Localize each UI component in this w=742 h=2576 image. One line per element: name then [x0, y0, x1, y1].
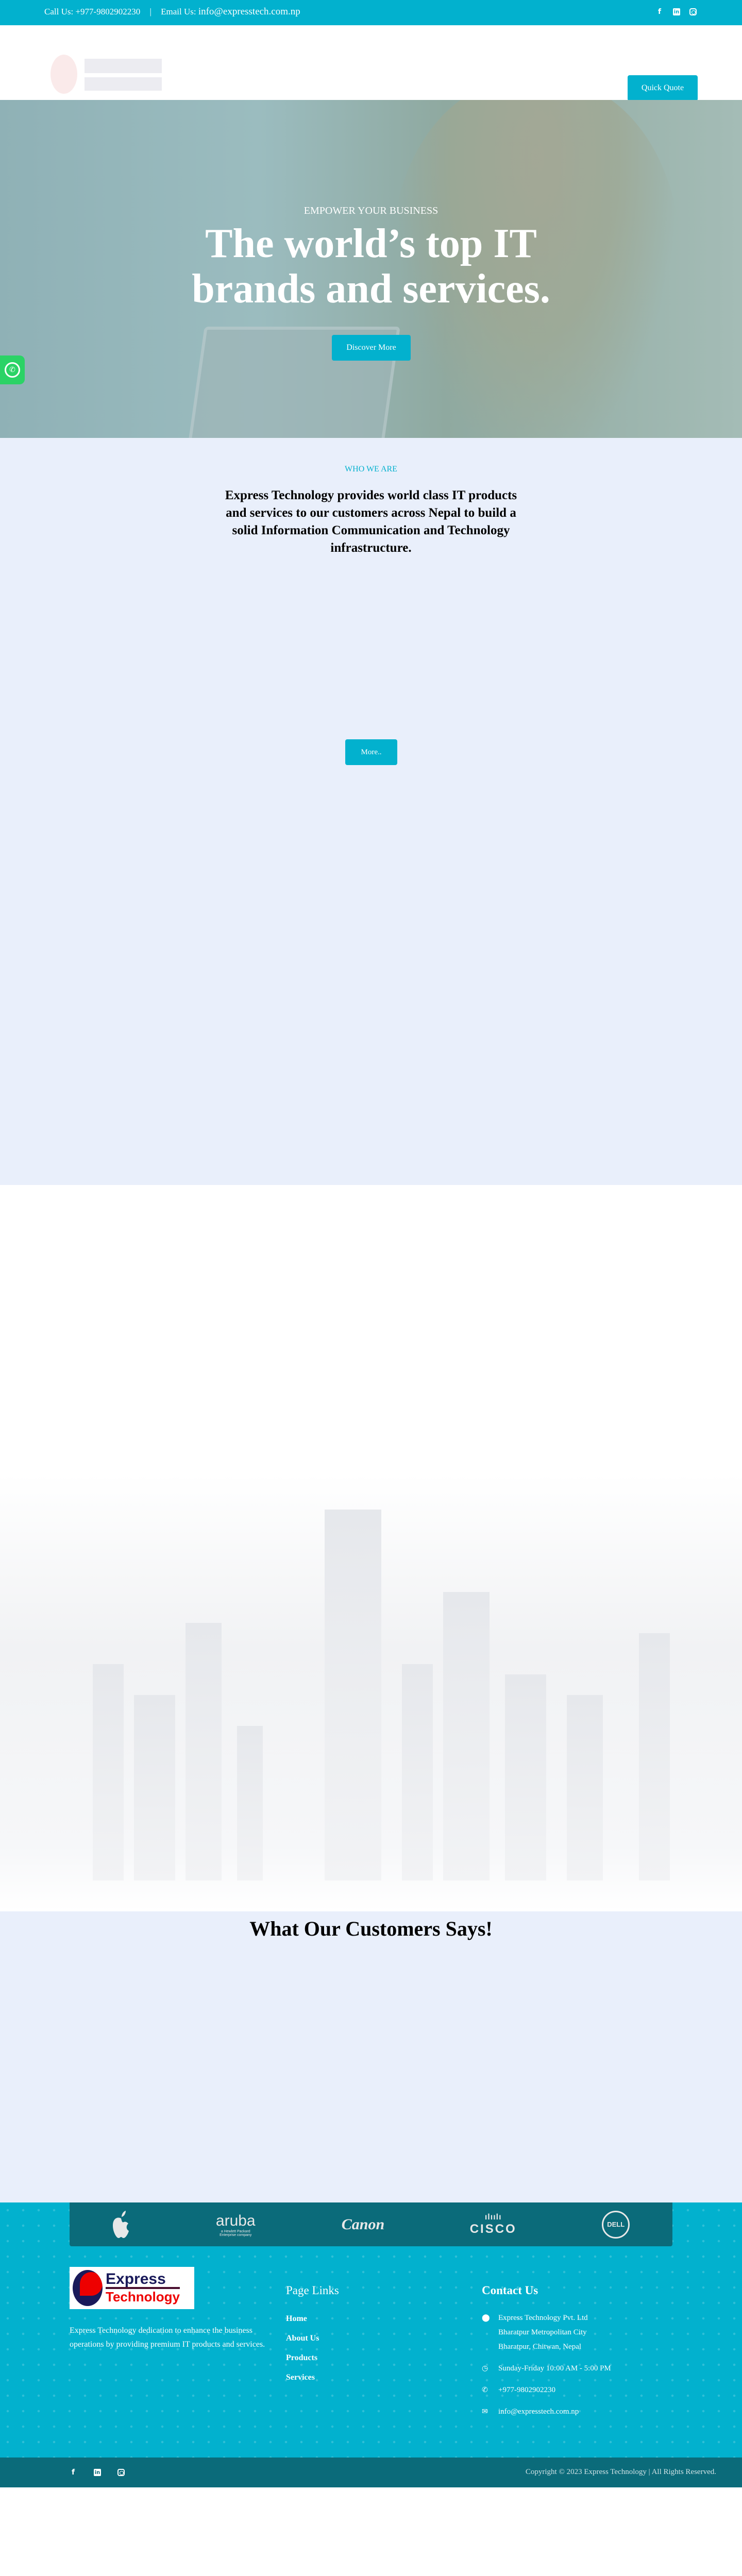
footer-social: f in	[69, 2468, 125, 2477]
hours-row: ◷ Sunday-Friday 10:00 AM - 5:00 PM	[482, 2361, 611, 2376]
footer-page-links: Page Links Home About Us Products Servic…	[286, 2284, 339, 2393]
envelope-icon: ✉	[482, 2408, 488, 2416]
clock-icon: ◷	[482, 2364, 488, 2372]
address-line: Bharatpur Metropolitan City	[498, 2328, 587, 2336]
top-social: f in	[655, 7, 697, 16]
hero-subtitle: EMPOWER YOUR BUSINESS	[303, 205, 439, 216]
footer-contact: Contact Us ⬤ Express Technology Pvt. Ltd B…	[482, 2284, 611, 2419]
content-area	[0, 1185, 742, 1911]
canon-logo: Canon	[341, 2215, 385, 2233]
whatsapp-icon: ✆	[5, 362, 20, 378]
hero-title-line2: brands and services.	[192, 266, 550, 312]
instagram-icon[interactable]	[117, 2469, 125, 2476]
contact-title: Contact Us	[482, 2284, 538, 2297]
separator: |	[149, 7, 151, 16]
logo-mark	[73, 2270, 103, 2306]
copyright: Copyright © 2023 Express Technology | Al…	[525, 2468, 716, 2476]
linkedin-icon[interactable]: in	[673, 8, 680, 15]
email-label: Email Us:	[161, 7, 196, 16]
phone-link[interactable]: +977-9802902230	[75, 7, 140, 16]
footer-logo[interactable]: Express Technology	[70, 2267, 194, 2309]
testimonials-section: What Our Customers Says!	[0, 1911, 742, 2202]
footer-phone[interactable]: +977-9802902230	[498, 2383, 555, 2397]
logo-line1: Express	[106, 2272, 180, 2289]
facebook-icon[interactable]: f	[69, 2468, 77, 2477]
who-we-are-section: WHO WE ARE Express Technology provides w…	[0, 438, 742, 1185]
phone-icon: ✆	[482, 2386, 488, 2394]
footer-email[interactable]: info@expresstech.com.np	[498, 2404, 579, 2419]
cisco-name: CISCO	[469, 2222, 517, 2236]
business-hours: Sunday-Friday 10:00 AM - 5:00 PM	[498, 2364, 611, 2372]
page-links-title: Page Links	[286, 2284, 339, 2297]
aruba-logo: aruba a Hewlett Packard Enterprise compan…	[215, 2212, 256, 2237]
footer-link-home[interactable]: Home	[286, 2314, 339, 2334]
more-button[interactable]: More..	[345, 739, 397, 765]
footer-description: Express Technology dedication to enhance…	[70, 2326, 265, 2349]
email-link[interactable]: info@expresstech.com.np	[198, 6, 300, 17]
email-row: ✉ info@expresstech.com.np	[482, 2404, 611, 2419]
address-line: Express Technology Pvt. Ltd	[498, 2314, 588, 2322]
footer: aruba a Hewlett Packard Enterprise compan…	[0, 2202, 742, 2458]
top-bar: Call Us: +977-9802902230 | Email Us: inf…	[0, 0, 742, 25]
footer-link-products[interactable]: Products	[286, 2353, 339, 2373]
cisco-logo: ılıılı CISCO	[470, 2213, 517, 2236]
aruba-name: aruba	[215, 2212, 256, 2229]
testimonials-title: What Our Customers Says!	[249, 1917, 493, 1940]
logo-line2: Technology	[106, 2289, 180, 2304]
city-skyline-image	[0, 1473, 742, 1911]
dell-logo: DELL	[602, 2210, 630, 2239]
address-line: Bharatpur, Chitwan, Nepal	[498, 2343, 582, 2351]
footer-link-about[interactable]: About Us	[286, 2334, 339, 2353]
phone-row: ✆ +977-9802902230	[482, 2383, 611, 2397]
cisco-bars-icon: ılıılı	[484, 2212, 502, 2222]
section-kicker: WHO WE ARE	[345, 465, 397, 473]
instagram-icon[interactable]	[689, 8, 697, 15]
site-logo[interactable]	[48, 54, 167, 95]
top-contact: Call Us: +977-9802902230 | Email Us: inf…	[44, 6, 300, 18]
call-label: Call Us:	[44, 7, 74, 16]
quick-quote-button[interactable]: Quick Quote	[628, 75, 698, 101]
whatsapp-button[interactable]: ✆	[0, 355, 25, 384]
header: Quick Quote	[0, 25, 742, 101]
about-text: Express Technology provides world class …	[225, 488, 517, 555]
footer-link-services[interactable]: Services	[286, 2373, 339, 2393]
brand-strip: aruba a Hewlett Packard Enterprise compan…	[70, 2202, 672, 2246]
hero-title-line1: The world’s top IT	[205, 221, 537, 266]
apple-logo	[112, 2210, 129, 2238]
facebook-icon[interactable]: f	[655, 7, 664, 16]
linkedin-icon[interactable]: in	[94, 2469, 101, 2476]
address-row: ⬤ Express Technology Pvt. Ltd Bharatpur Me…	[482, 2311, 611, 2354]
discover-more-button[interactable]: Discover More	[332, 335, 411, 361]
hero-title: The world’s top IT brands and services.	[0, 221, 742, 312]
aruba-tagline: a Hewlett Packard Enterprise company	[220, 2229, 252, 2237]
hero-banner: EMPOWER YOUR BUSINESS The world’s top IT…	[0, 100, 742, 438]
location-pin-icon: ⬤	[482, 2314, 490, 2322]
bottom-bar: f in Copyright © 2023 Express Technology…	[0, 2458, 742, 2487]
